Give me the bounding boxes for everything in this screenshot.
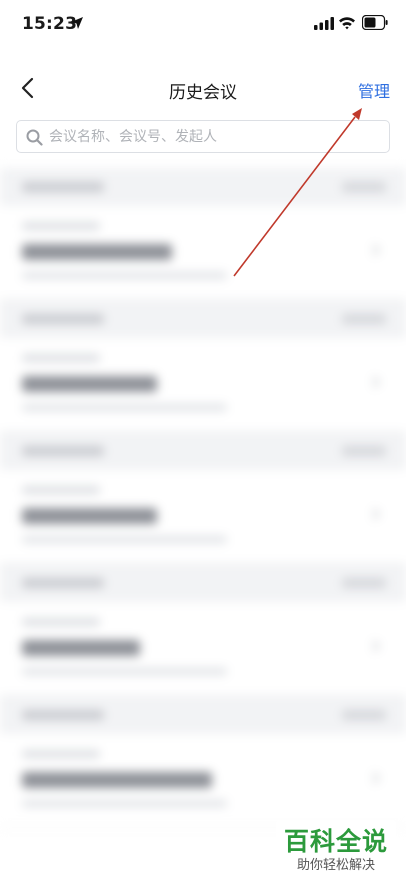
meeting-item[interactable] bbox=[0, 602, 406, 696]
meeting-time bbox=[22, 750, 100, 758]
meeting-title bbox=[22, 508, 157, 524]
chevron-right-icon bbox=[368, 376, 380, 388]
search-icon bbox=[26, 129, 43, 146]
group-header bbox=[0, 564, 406, 602]
group-date bbox=[22, 314, 104, 324]
search-box[interactable] bbox=[16, 120, 390, 153]
group-date bbox=[22, 710, 104, 720]
meeting-meta bbox=[22, 536, 227, 543]
meeting-title bbox=[22, 244, 172, 260]
group-date bbox=[22, 446, 104, 456]
meeting-meta bbox=[22, 404, 227, 411]
watermark-logo: 百科全说 助你轻松解决 bbox=[276, 820, 396, 876]
group-header bbox=[0, 300, 406, 338]
status-time: 15:23 bbox=[22, 14, 78, 34]
chevron-right-icon bbox=[368, 772, 380, 784]
signal-icon bbox=[314, 17, 334, 30]
meeting-item[interactable] bbox=[0, 470, 406, 564]
watermark-title: 百科全说 bbox=[283, 827, 388, 856]
group-count bbox=[342, 578, 386, 588]
meeting-item[interactable] bbox=[0, 206, 406, 300]
meeting-history-list[interactable] bbox=[0, 168, 406, 883]
meeting-title bbox=[22, 640, 140, 656]
meeting-time bbox=[22, 618, 100, 626]
meeting-meta bbox=[22, 272, 227, 279]
meeting-item[interactable] bbox=[0, 338, 406, 432]
group-count bbox=[342, 182, 386, 192]
nav-bar: 历史会议 管理 bbox=[0, 64, 406, 112]
meeting-title bbox=[22, 772, 212, 788]
meeting-meta bbox=[22, 668, 227, 675]
meeting-time bbox=[22, 486, 100, 494]
group-count bbox=[342, 446, 386, 456]
group-date bbox=[22, 578, 104, 588]
group-header bbox=[0, 168, 406, 206]
chevron-right-icon bbox=[368, 640, 380, 652]
location-arrow-icon bbox=[71, 17, 83, 29]
wifi-icon bbox=[339, 17, 355, 30]
battery-icon bbox=[362, 15, 388, 30]
meeting-meta bbox=[22, 800, 227, 807]
meeting-time bbox=[22, 354, 100, 362]
chevron-right-icon bbox=[368, 244, 380, 256]
watermark-subtitle: 助你轻松解决 bbox=[296, 858, 375, 873]
meeting-time bbox=[22, 222, 100, 230]
group-header bbox=[0, 696, 406, 734]
group-header bbox=[0, 432, 406, 470]
group-date bbox=[22, 182, 104, 192]
page-title: 历史会议 bbox=[169, 83, 237, 103]
chevron-right-icon bbox=[368, 508, 380, 520]
group-count bbox=[342, 710, 386, 720]
status-bar: 15:23 bbox=[0, 0, 406, 50]
search-input[interactable] bbox=[49, 126, 379, 148]
meeting-title bbox=[22, 376, 157, 392]
meeting-item[interactable] bbox=[0, 734, 406, 828]
group-count bbox=[342, 314, 386, 324]
manage-button[interactable]: 管理 bbox=[358, 78, 390, 102]
